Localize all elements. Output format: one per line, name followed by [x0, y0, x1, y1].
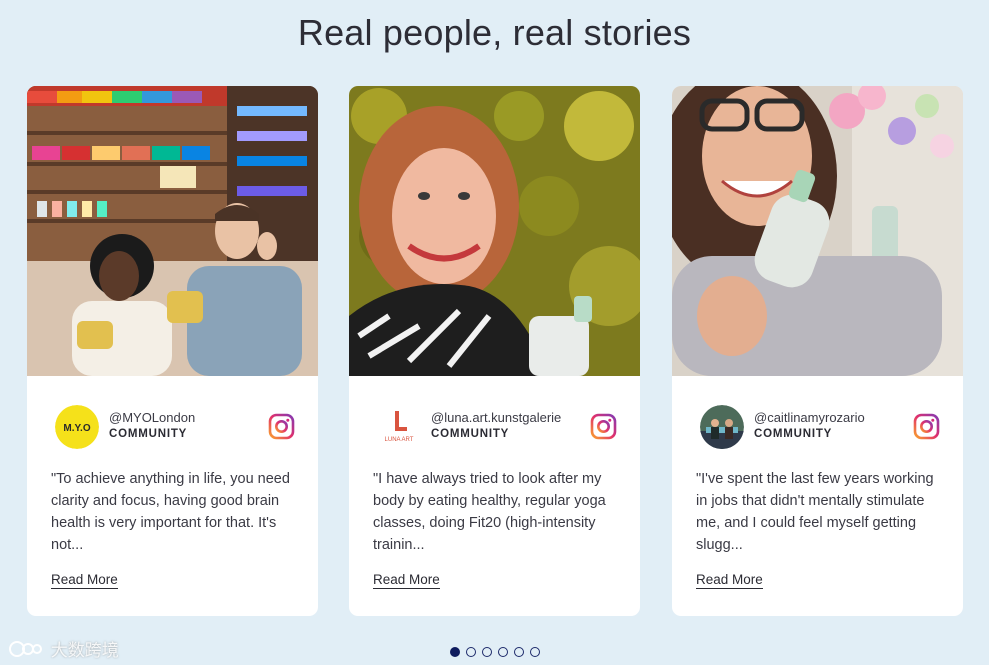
avatar[interactable]	[700, 405, 744, 449]
testimonial-photo	[672, 86, 963, 376]
instagram-icon[interactable]	[268, 413, 295, 440]
author-role: COMMUNITY	[754, 428, 833, 440]
pagination-dot[interactable]	[530, 647, 540, 657]
testimonial-card: M.Y.O @MYOLondon COMMUNITY "To achieve a…	[27, 86, 318, 616]
instagram-icon[interactable]	[590, 413, 617, 440]
watermark: 大数跨境	[8, 636, 119, 660]
testimonial-quote: "To achieve anything in life, you need c…	[51, 471, 290, 553]
testimonial-quote: "I've spent the last few years working i…	[696, 471, 934, 553]
author-role: COMMUNITY	[431, 428, 510, 440]
testimonial-card: @caitlinamyrozario COMMUNITY "I've spent…	[672, 86, 963, 616]
read-more-link[interactable]: Read More	[373, 572, 440, 589]
pagination-dot[interactable]	[482, 647, 492, 657]
pagination-dot[interactable]	[450, 647, 460, 657]
watermark-text: 大数跨境	[50, 641, 119, 660]
avatar-logo-text: M.Y.O	[63, 423, 90, 434]
avatar-logo-text: LUNA ART	[385, 437, 414, 443]
pagination-dot[interactable]	[514, 647, 524, 657]
testimonial-carousel: M.Y.O @MYOLondon COMMUNITY "To achieve a…	[0, 86, 989, 616]
testimonial-quote: "I have always tried to look after my bo…	[373, 471, 606, 553]
pagination-dot[interactable]	[498, 647, 508, 657]
author-profile: M.Y.O @MYOLondon COMMUNITY	[51, 402, 296, 454]
section-heading: Real people, real stories	[297, 12, 692, 53]
author-profile: LUNA ART @luna.art.kunstgalerie COMMUNIT…	[373, 402, 618, 454]
author-profile: @caitlinamyrozario COMMUNITY	[696, 402, 941, 454]
author-handle[interactable]: @caitlinamyrozario	[754, 410, 865, 425]
avatar[interactable]: M.Y.O	[55, 405, 99, 449]
testimonial-card: LUNA ART @luna.art.kunstgalerie COMMUNIT…	[349, 86, 640, 616]
testimonial-photo	[349, 86, 640, 376]
avatar[interactable]: LUNA ART	[377, 405, 421, 449]
author-handle[interactable]: @luna.art.kunstgalerie	[431, 410, 561, 425]
author-role: COMMUNITY	[109, 428, 188, 440]
author-handle[interactable]: @MYOLondon	[109, 410, 195, 425]
watermark-logo-icon	[9, 640, 42, 657]
read-more-link[interactable]: Read More	[696, 572, 763, 589]
instagram-icon[interactable]	[913, 413, 940, 440]
read-more-link[interactable]: Read More	[51, 572, 118, 589]
pagination-dot[interactable]	[466, 647, 476, 657]
testimonial-photo	[27, 86, 318, 376]
